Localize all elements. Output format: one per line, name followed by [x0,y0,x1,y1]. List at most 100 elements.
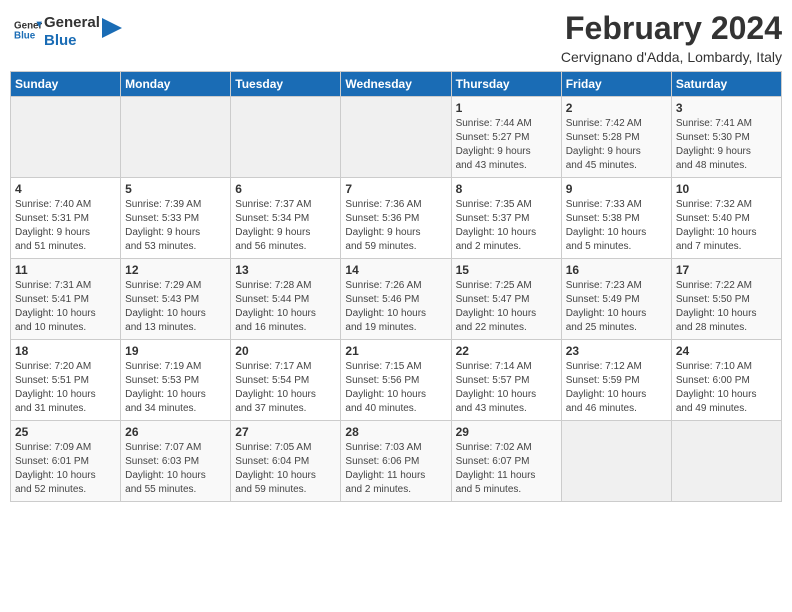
day-number: 15 [456,263,557,277]
day-detail: Sunrise: 7:19 AM Sunset: 5:53 PM Dayligh… [125,360,226,416]
calendar-cell: 2Sunrise: 7:42 AM Sunset: 5:28 PM Daylig… [561,97,671,178]
day-detail: Sunrise: 7:07 AM Sunset: 6:03 PM Dayligh… [125,441,226,497]
calendar-cell: 20 Sunrise: 7:17 AM Sunset: 5:54 PM Dayli… [231,340,341,421]
day-detail: Sunrise: 7:44 AM Sunset: 5:27 PM Dayligh… [456,117,557,173]
calendar-cell: 7 Sunrise: 7:36 AM Sunset: 5:36 PM Daylig… [341,178,451,259]
page-header: General Blue General Blue February 2024 … [10,10,782,65]
day-detail: Sunrise: 7:35 AM Sunset: 5:37 PM Dayligh… [456,198,557,254]
calendar-cell [121,97,231,178]
calendar-cell: 13 Sunrise: 7:28 AM Sunset: 5:44 PM Dayli… [231,259,341,340]
calendar-week-4: 18 Sunrise: 7:20 AM Sunset: 5:51 PM Dayli… [11,340,782,421]
day-number: 14 [345,263,446,277]
day-detail: Sunrise: 7:25 AM Sunset: 5:47 PM Dayligh… [456,279,557,335]
calendar-cell: 21 Sunrise: 7:15 AM Sunset: 5:56 PM Dayli… [341,340,451,421]
day-number: 4 [15,182,116,196]
calendar-cell: 10Sunrise: 7:32 AM Sunset: 5:40 PM Dayli… [671,178,781,259]
logo-text-line2: Blue [44,32,100,50]
calendar-table: Sunday Monday Tuesday Wednesday Thursday… [10,71,782,502]
day-number: 17 [676,263,777,277]
calendar-cell [671,421,781,502]
day-number: 10 [676,182,777,196]
calendar-week-1: 1 Sunrise: 7:44 AM Sunset: 5:27 PM Daylig… [11,97,782,178]
day-number: 27 [235,425,336,439]
calendar-cell: 24Sunrise: 7:10 AM Sunset: 6:00 PM Dayli… [671,340,781,421]
calendar-cell: 19Sunrise: 7:19 AM Sunset: 5:53 PM Dayli… [121,340,231,421]
day-detail: Sunrise: 7:15 AM Sunset: 5:56 PM Dayligh… [345,360,446,416]
calendar-cell [341,97,451,178]
day-number: 5 [125,182,226,196]
day-detail: Sunrise: 7:23 AM Sunset: 5:49 PM Dayligh… [566,279,667,335]
calendar-week-5: 25 Sunrise: 7:09 AM Sunset: 6:01 PM Dayli… [11,421,782,502]
header-tuesday: Tuesday [231,72,341,97]
header-saturday: Saturday [671,72,781,97]
title-area: February 2024 Cervignano d'Adda, Lombard… [561,10,782,65]
day-number: 9 [566,182,667,196]
logo-text-line1: General [44,14,100,32]
day-number: 23 [566,344,667,358]
calendar-cell: 26 Sunrise: 7:07 AM Sunset: 6:03 PM Dayli… [121,421,231,502]
calendar-cell: 22 Sunrise: 7:14 AM Sunset: 5:57 PM Dayli… [451,340,561,421]
day-number: 22 [456,344,557,358]
day-number: 1 [456,101,557,115]
calendar-cell: 28Sunrise: 7:03 AM Sunset: 6:06 PM Dayli… [341,421,451,502]
calendar-cell: 29 Sunrise: 7:02 AM Sunset: 6:07 PM Dayli… [451,421,561,502]
day-detail: Sunrise: 7:02 AM Sunset: 6:07 PM Dayligh… [456,441,557,497]
calendar-cell [561,421,671,502]
logo-arrow-icon [102,18,122,38]
day-detail: Sunrise: 7:12 AM Sunset: 5:59 PM Dayligh… [566,360,667,416]
header-monday: Monday [121,72,231,97]
day-number: 7 [345,182,446,196]
day-detail: Sunrise: 7:10 AM Sunset: 6:00 PM Dayligh… [676,360,777,416]
calendar-cell: 11 Sunrise: 7:31 AM Sunset: 5:41 PM Dayli… [11,259,121,340]
day-number: 12 [125,263,226,277]
day-detail: Sunrise: 7:31 AM Sunset: 5:41 PM Dayligh… [15,279,116,335]
day-detail: Sunrise: 7:03 AM Sunset: 6:06 PM Dayligh… [345,441,446,497]
day-number: 13 [235,263,336,277]
day-number: 3 [676,101,777,115]
day-number: 20 [235,344,336,358]
calendar-week-3: 11 Sunrise: 7:31 AM Sunset: 5:41 PM Dayli… [11,259,782,340]
svg-text:Blue: Blue [14,30,36,41]
calendar-cell: 27 Sunrise: 7:05 AM Sunset: 6:04 PM Dayli… [231,421,341,502]
day-detail: Sunrise: 7:14 AM Sunset: 5:57 PM Dayligh… [456,360,557,416]
calendar-title: February 2024 [561,10,782,47]
calendar-subtitle: Cervignano d'Adda, Lombardy, Italy [561,49,782,65]
day-detail: Sunrise: 7:22 AM Sunset: 5:50 PM Dayligh… [676,279,777,335]
day-number: 21 [345,344,446,358]
header-thursday: Thursday [451,72,561,97]
day-number: 25 [15,425,116,439]
calendar-cell: 23 Sunrise: 7:12 AM Sunset: 5:59 PM Dayli… [561,340,671,421]
calendar-cell: 6Sunrise: 7:37 AM Sunset: 5:34 PM Daylig… [231,178,341,259]
calendar-cell: 12 Sunrise: 7:29 AM Sunset: 5:43 PM Dayli… [121,259,231,340]
day-detail: Sunrise: 7:20 AM Sunset: 5:51 PM Dayligh… [15,360,116,416]
day-detail: Sunrise: 7:28 AM Sunset: 5:44 PM Dayligh… [235,279,336,335]
day-detail: Sunrise: 7:05 AM Sunset: 6:04 PM Dayligh… [235,441,336,497]
calendar-cell: 3 Sunrise: 7:41 AM Sunset: 5:30 PM Daylig… [671,97,781,178]
day-detail: Sunrise: 7:29 AM Sunset: 5:43 PM Dayligh… [125,279,226,335]
calendar-cell: 4Sunrise: 7:40 AM Sunset: 5:31 PM Daylig… [11,178,121,259]
day-number: 11 [15,263,116,277]
day-detail: Sunrise: 7:33 AM Sunset: 5:38 PM Dayligh… [566,198,667,254]
day-detail: Sunrise: 7:09 AM Sunset: 6:01 PM Dayligh… [15,441,116,497]
day-detail: Sunrise: 7:36 AM Sunset: 5:36 PM Dayligh… [345,198,446,254]
calendar-cell [11,97,121,178]
day-number: 6 [235,182,336,196]
day-detail: Sunrise: 7:41 AM Sunset: 5:30 PM Dayligh… [676,117,777,173]
day-number: 29 [456,425,557,439]
calendar-cell: 9 Sunrise: 7:33 AM Sunset: 5:38 PM Daylig… [561,178,671,259]
logo: General Blue General Blue [10,14,122,50]
calendar-cell: 17 Sunrise: 7:22 AM Sunset: 5:50 PM Dayli… [671,259,781,340]
calendar-cell: 25 Sunrise: 7:09 AM Sunset: 6:01 PM Dayli… [11,421,121,502]
header-wednesday: Wednesday [341,72,451,97]
day-detail: Sunrise: 7:39 AM Sunset: 5:33 PM Dayligh… [125,198,226,254]
calendar-cell: 14 Sunrise: 7:26 AM Sunset: 5:46 PM Dayli… [341,259,451,340]
logo-icon: General Blue [14,16,42,44]
calendar-cell: 15 Sunrise: 7:25 AM Sunset: 5:47 PM Dayli… [451,259,561,340]
calendar-cell: 5 Sunrise: 7:39 AM Sunset: 5:33 PM Daylig… [121,178,231,259]
day-detail: Sunrise: 7:42 AM Sunset: 5:28 PM Dayligh… [566,117,667,173]
day-number: 26 [125,425,226,439]
day-detail: Sunrise: 7:17 AM Sunset: 5:54 PM Dayligh… [235,360,336,416]
day-detail: Sunrise: 7:26 AM Sunset: 5:46 PM Dayligh… [345,279,446,335]
day-number: 8 [456,182,557,196]
day-number: 18 [15,344,116,358]
